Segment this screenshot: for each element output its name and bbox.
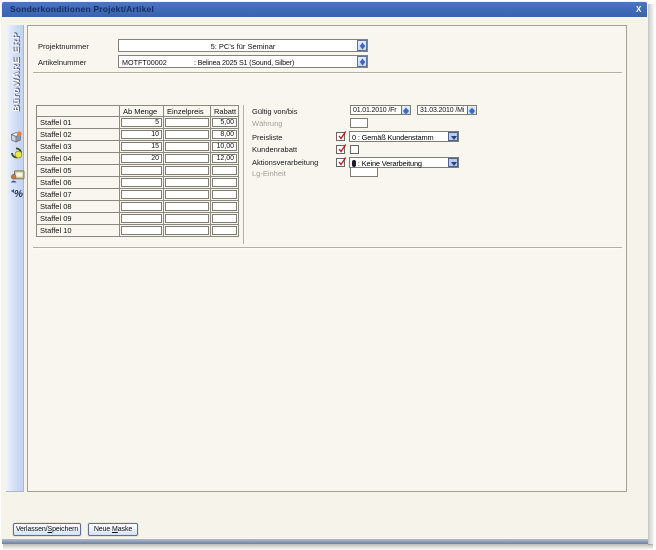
svg-text:%: % (14, 189, 23, 199)
